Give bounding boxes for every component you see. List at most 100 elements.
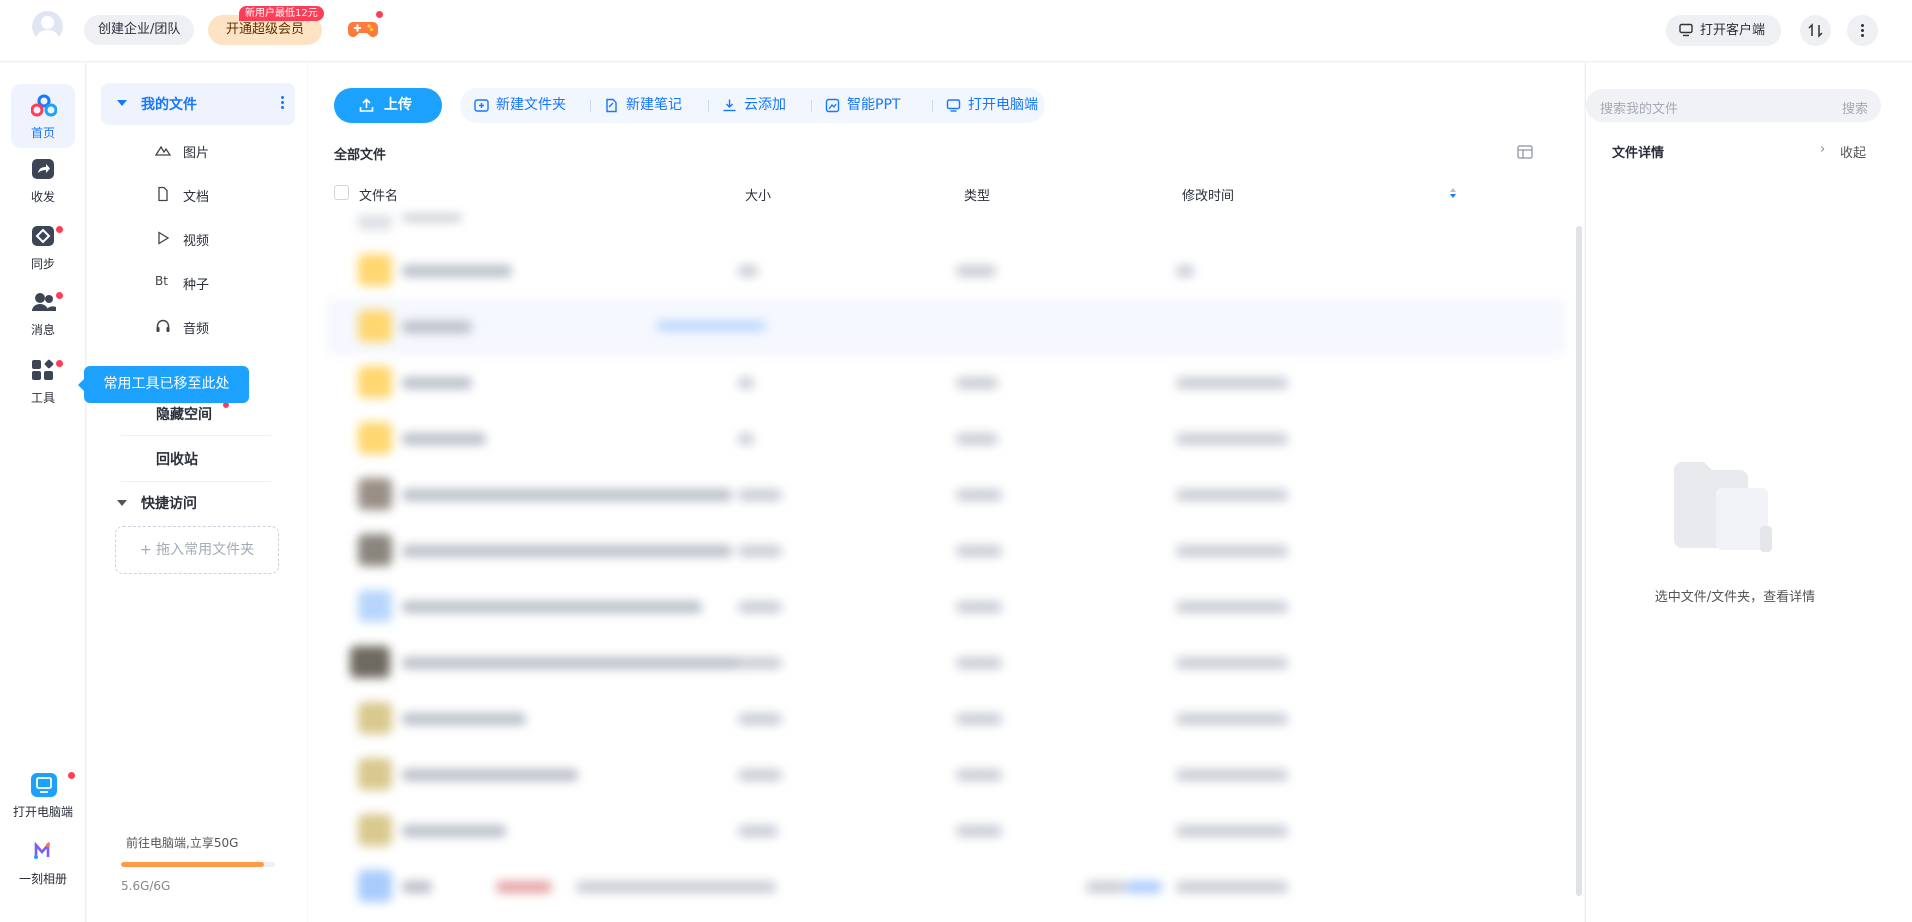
search-button[interactable]: 搜索 xyxy=(1842,98,1868,117)
table-row[interactable] xyxy=(326,467,1566,523)
expand-arrow-icon[interactable] xyxy=(117,100,127,106)
separator xyxy=(811,100,812,112)
table-row[interactable] xyxy=(326,411,1566,467)
more-vertical-icon[interactable] xyxy=(281,96,285,111)
tree-recycle-bin[interactable]: 回收站 xyxy=(156,449,198,469)
column-name[interactable]: 文件名 xyxy=(359,185,398,204)
table-row[interactable] xyxy=(326,243,1566,299)
more-menu-button[interactable] xyxy=(1847,15,1878,46)
table-row[interactable] xyxy=(326,635,1566,691)
table-row[interactable] xyxy=(326,215,1566,243)
file-rows xyxy=(326,215,1566,922)
tree-my-files[interactable]: 我的文件 xyxy=(101,83,295,125)
upload-icon xyxy=(359,98,374,112)
sort-arrows-icon[interactable] xyxy=(1449,188,1457,200)
empty-detail-text: 选中文件/文件夹，查看详情 xyxy=(1654,590,1816,605)
search-input[interactable]: 搜索我的文件 xyxy=(1600,98,1678,117)
file-tree: 我的文件 图片 文档 视频 Bt 种子 音频 其它 隐藏空间 回收站 xyxy=(87,63,307,922)
nav-sync-label: 同步 xyxy=(30,257,55,271)
message-icon xyxy=(32,293,56,311)
cloud-add-label: 云添加 xyxy=(744,97,786,113)
table-row[interactable] xyxy=(326,299,1566,355)
nav-home[interactable]: 首页 xyxy=(11,84,75,148)
tools-notification-dot xyxy=(56,360,63,367)
storage-used-text: 5.6G/6G xyxy=(121,879,171,893)
column-type[interactable]: 类型 xyxy=(964,185,990,204)
photo-album-icon xyxy=(33,841,51,860)
sync-icon xyxy=(32,226,54,246)
column-size[interactable]: 大小 xyxy=(745,185,771,204)
tree-hidden-space[interactable]: 隐藏空间 xyxy=(156,404,212,424)
breadcrumb[interactable]: 全部文件 xyxy=(334,144,386,163)
upload-label: 上传 xyxy=(384,97,412,113)
table-row[interactable] xyxy=(326,803,1566,859)
new-note-button[interactable]: 新建笔记 xyxy=(604,88,682,123)
open-desktop-button[interactable]: 打开电脑端 xyxy=(946,88,1038,123)
nav-messages[interactable]: 消息 xyxy=(11,281,75,345)
table-row[interactable] xyxy=(326,523,1566,579)
divider xyxy=(121,435,271,436)
nav-photo-album[interactable]: 一刻相册 xyxy=(11,830,75,894)
cloud-add-button[interactable]: 云添加 xyxy=(722,88,786,123)
sync-notification-dot xyxy=(56,226,63,233)
nav-messages-label: 消息 xyxy=(30,323,55,337)
upload-button[interactable]: 上传 xyxy=(334,88,442,123)
nav-sync[interactable]: 同步 xyxy=(11,215,75,279)
video-icon xyxy=(158,231,170,245)
tree-quick-access-label: 快捷访问 xyxy=(141,496,197,512)
storage-progress-bar xyxy=(121,862,275,867)
collapse-button[interactable]: › 收起 xyxy=(1820,142,1867,161)
detail-title: 文件详情 xyxy=(1612,146,1665,161)
tree-item-label: 图片 xyxy=(183,146,210,161)
tree-my-files-label: 我的文件 xyxy=(141,97,197,113)
collapse-label: 收起 xyxy=(1840,146,1867,161)
transfer-button[interactable] xyxy=(1800,15,1831,46)
table-row[interactable] xyxy=(326,355,1566,411)
game-notification-dot xyxy=(376,11,383,18)
column-modified[interactable]: 修改时间 xyxy=(1182,185,1234,204)
tree-item-label: 视频 xyxy=(183,234,210,249)
storage-promo-link[interactable]: 前往电脑端,立享50G xyxy=(126,834,238,851)
storage-progress-fill xyxy=(121,862,265,867)
desktop-icon xyxy=(946,99,961,112)
separator xyxy=(708,100,709,112)
game-controller-icon[interactable] xyxy=(348,16,378,40)
select-all-checkbox[interactable] xyxy=(334,185,349,200)
vertical-scrollbar[interactable] xyxy=(1576,226,1582,896)
tools-icon xyxy=(32,359,54,380)
picture-icon xyxy=(155,145,171,156)
smart-ppt-button[interactable]: 智能PPT xyxy=(825,88,900,123)
file-list-panel: 上传 新建文件夹 新建笔记 云添加 智能PPT 打开电脑端 全部文件 文件名 大… xyxy=(308,63,1584,922)
view-toggle-icon[interactable] xyxy=(1517,145,1533,159)
drop-folder-zone[interactable]: + 拖入常用文件夹 xyxy=(115,526,279,574)
divider xyxy=(121,481,271,482)
table-row[interactable] xyxy=(326,691,1566,747)
new-folder-button[interactable]: 新建文件夹 xyxy=(474,88,566,123)
nav-share[interactable]: 收发 xyxy=(11,148,75,212)
tools-tooltip: 常用工具已移至此处 xyxy=(78,366,249,403)
table-header: 文件名 大小 类型 修改时间 xyxy=(326,175,1566,211)
nav-photo-album-label: 一刻相册 xyxy=(18,872,67,886)
messages-notification-dot xyxy=(56,292,63,299)
nav-open-desktop-label: 打开电脑端 xyxy=(12,805,73,819)
share-icon xyxy=(32,159,54,179)
left-nav: 首页 收发 同步 消息 工具 打开电脑端 一刻相册 xyxy=(0,63,86,922)
create-team-button[interactable]: 创建企业/团队 xyxy=(84,15,195,45)
avatar[interactable] xyxy=(32,11,63,42)
toolbar: 新建文件夹 新建笔记 云添加 智能PPT 打开电脑端 xyxy=(460,88,1045,123)
monitor-icon xyxy=(1679,23,1693,37)
open-client-button[interactable]: 打开客户端 xyxy=(1666,15,1781,46)
nav-tools[interactable]: 工具 xyxy=(11,349,75,413)
table-row[interactable] xyxy=(326,747,1566,803)
nav-home-label: 首页 xyxy=(30,126,55,140)
table-row[interactable] xyxy=(326,859,1566,915)
new-folder-icon xyxy=(474,99,489,112)
desktop-icon xyxy=(31,773,57,797)
expand-arrow-icon[interactable] xyxy=(117,500,127,506)
nav-share-label: 收发 xyxy=(30,190,55,204)
desktop-notification-dot xyxy=(68,772,75,779)
table-row[interactable] xyxy=(326,579,1566,635)
open-desktop-label: 打开电脑端 xyxy=(968,97,1038,113)
search-box[interactable]: 搜索我的文件 搜索 xyxy=(1586,89,1881,122)
nav-open-desktop[interactable]: 打开电脑端 xyxy=(11,763,75,827)
